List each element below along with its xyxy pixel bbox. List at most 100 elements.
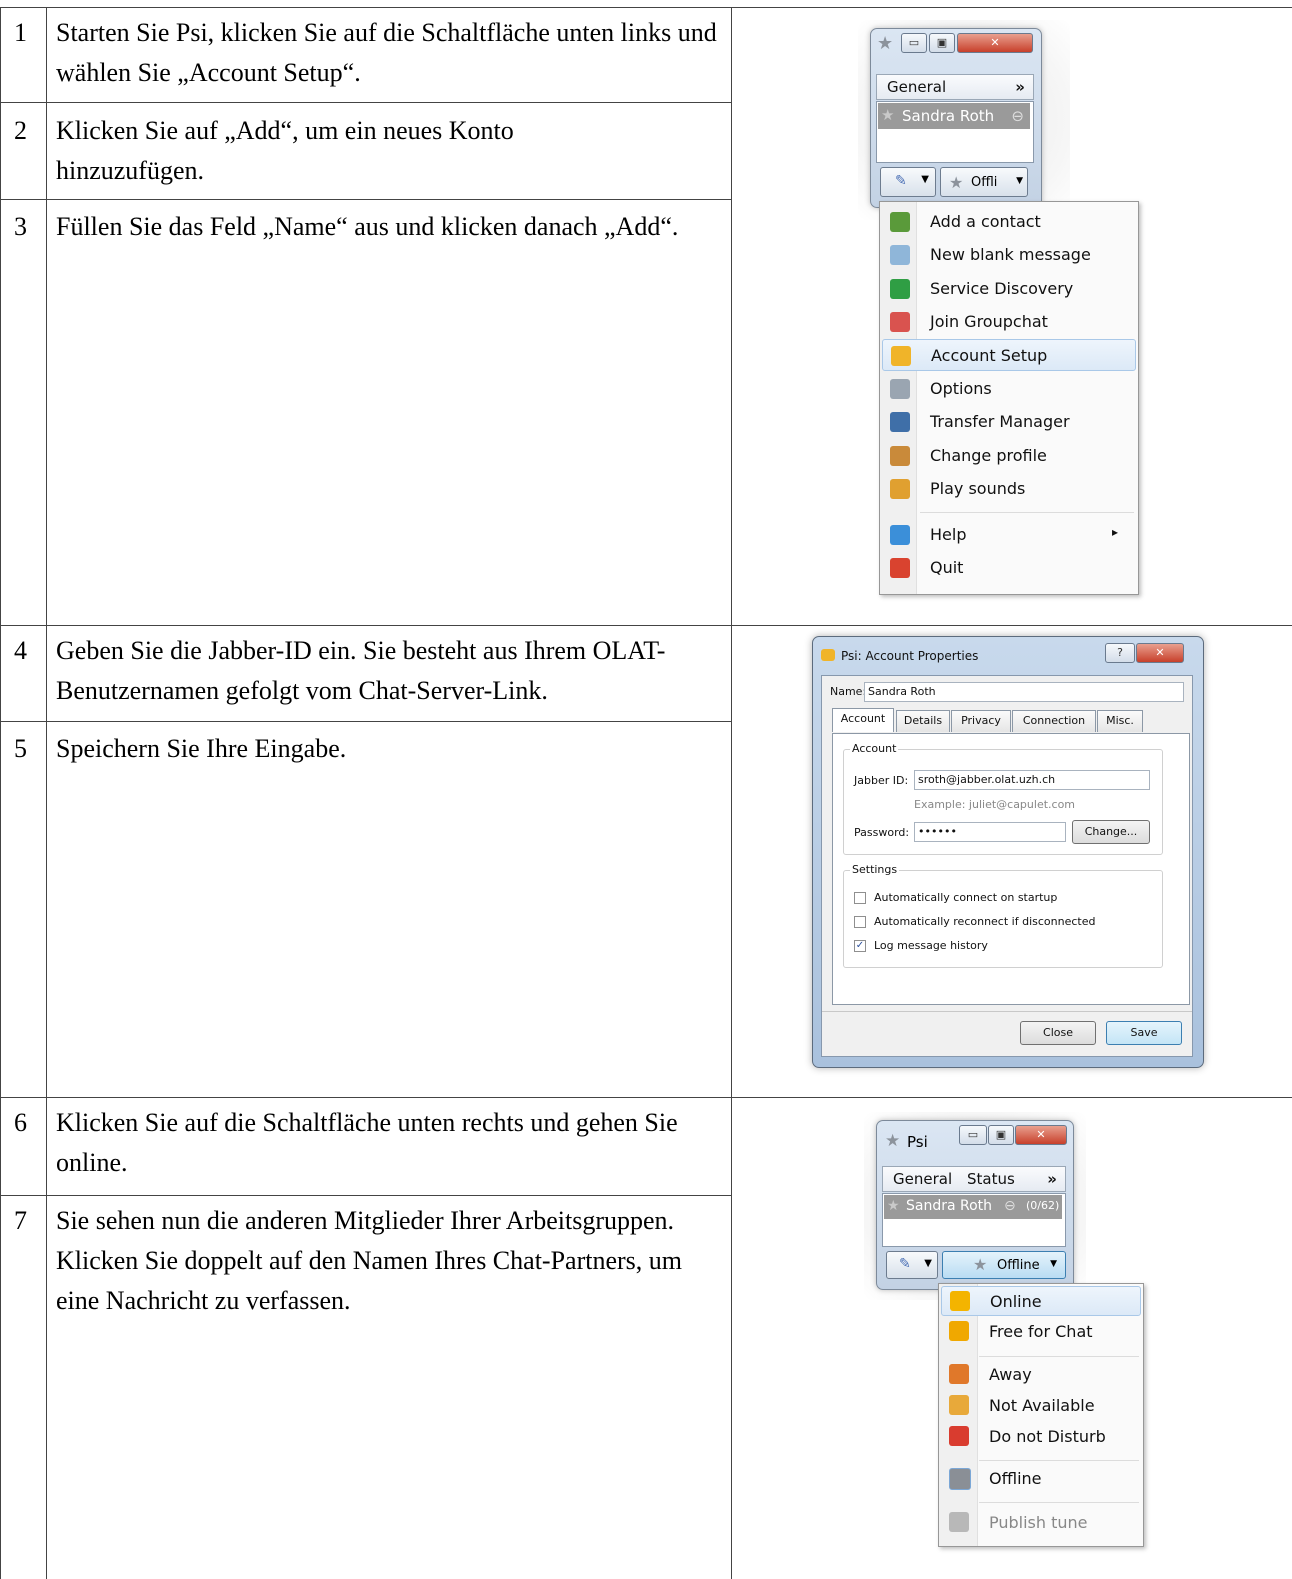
auto-connect-checkbox[interactable]: [854, 892, 866, 904]
table-row-divider: [0, 1195, 731, 1196]
status-label: Offline: [997, 1258, 1040, 1273]
menu-item-label: Join Groupchat: [930, 312, 1048, 331]
password-label: Password:: [854, 826, 910, 839]
menu-item-service-discovery[interactable]: Service Discovery: [882, 273, 1136, 305]
auto-reconnect-checkbox[interactable]: [854, 916, 866, 928]
tab-misc[interactable]: Misc.: [1097, 710, 1143, 732]
psi-roster-window: ★ ▭ ▣ ✕ General » ★ Sandra Roth ⊖ ✎ ▼ ★ …: [870, 28, 1042, 208]
menu-item-add-contact[interactable]: Add a contact: [882, 206, 1136, 238]
menu-item-away[interactable]: Away: [941, 1360, 1141, 1390]
menu-item-free-for-chat[interactable]: Free for Chat: [941, 1317, 1141, 1347]
step-text: Klicken Sie auf „Add“, um ein neues Kont…: [56, 116, 514, 185]
menu-item-help[interactable]: Help ▸: [882, 519, 1136, 551]
tab-general[interactable]: General: [887, 78, 946, 96]
chevron-down-icon: ▼: [1050, 1259, 1057, 1269]
not-available-star-icon: [949, 1395, 969, 1415]
jabber-id-field[interactable]: sroth@jabber.olat.uzh.ch: [914, 770, 1150, 790]
step-text: Sie sehen nun die anderen Mitglieder Ihr…: [56, 1206, 682, 1315]
tab-status[interactable]: Status: [967, 1170, 1015, 1188]
close-window-button[interactable]: ✕: [1136, 643, 1184, 663]
step-number: 6: [14, 1108, 27, 1137]
contact-name: Sandra Roth: [902, 107, 995, 125]
log-history-checkbox[interactable]: ✓: [854, 940, 866, 952]
tab-connection[interactable]: Connection: [1012, 710, 1096, 732]
menu-item-offline[interactable]: Offline: [941, 1464, 1141, 1494]
maximize-button[interactable]: ▣: [988, 1125, 1014, 1145]
status-button[interactable]: ★ Offli ▼: [940, 167, 1028, 197]
table-border-left: [0, 7, 1, 1579]
offline-star-icon: ★: [973, 1255, 988, 1274]
chevron-down-icon: ▼: [921, 174, 929, 185]
status-button[interactable]: ★ Offline ▼: [942, 1251, 1066, 1279]
tab-more-button[interactable]: »: [1015, 78, 1025, 96]
main-menu-button[interactable]: ✎ ▼: [886, 1251, 938, 1279]
menu-item-transfer-manager[interactable]: Transfer Manager: [882, 406, 1136, 438]
menu-item-account-setup[interactable]: Account Setup: [882, 339, 1136, 371]
change-password-button[interactable]: Change...: [1072, 820, 1150, 844]
profile-icon: [890, 446, 910, 466]
menu-item-quit[interactable]: Quit: [882, 552, 1136, 584]
dialog-body: Name: Sandra Roth Account Details Privac…: [821, 675, 1193, 1057]
menu-item-label: Account Setup: [931, 346, 1048, 365]
sound-icon: [890, 479, 910, 499]
offline-star-icon: [949, 1468, 971, 1490]
close-button[interactable]: ✕: [1015, 1125, 1067, 1145]
menu-item-publish-tune: Publish tune: [941, 1508, 1141, 1538]
menu-item-online[interactable]: Online: [941, 1286, 1141, 1316]
tab-more-button[interactable]: »: [1047, 1170, 1057, 1188]
minimize-button[interactable]: ▭: [959, 1125, 987, 1145]
menu-item-label: Add a contact: [930, 212, 1041, 231]
minimize-button[interactable]: ▭: [901, 33, 927, 53]
step-text: Klicken Sie auf die Schaltfläche unten r…: [56, 1108, 678, 1177]
close-button[interactable]: Close: [1020, 1021, 1096, 1045]
menu-item-label: Away: [989, 1365, 1032, 1384]
lock-icon: ⊖: [1011, 107, 1024, 125]
tab-account[interactable]: Account: [832, 708, 894, 732]
jabber-id-label: Jabber ID:: [854, 774, 909, 787]
menu-item-new-message[interactable]: New blank message: [882, 239, 1136, 271]
save-button[interactable]: Save: [1106, 1021, 1182, 1045]
step-number: 5: [14, 734, 27, 763]
menu-item-join-groupchat[interactable]: Join Groupchat: [882, 306, 1136, 338]
tab-general[interactable]: General: [893, 1170, 952, 1188]
table-row-divider: [0, 625, 1292, 626]
envelope-icon: [890, 245, 910, 265]
psi-menu-icon: ✎: [895, 173, 907, 189]
settings-group: Settings Automatically connect on startu…: [843, 863, 1163, 968]
contact-count: (0/62): [1026, 1199, 1060, 1212]
tab-privacy[interactable]: Privacy: [951, 710, 1011, 732]
name-field[interactable]: Sandra Roth: [864, 682, 1184, 702]
account-setup-icon: [891, 346, 911, 366]
help-button[interactable]: ?: [1105, 643, 1135, 663]
step-number: 1: [14, 18, 27, 47]
menu-item-play-sounds[interactable]: Play sounds: [882, 473, 1136, 505]
tab-details[interactable]: Details: [896, 710, 950, 732]
maximize-button[interactable]: ▣: [929, 33, 955, 53]
table-row-divider: [0, 199, 731, 200]
auto-reconnect-label: Automatically reconnect if disconnected: [874, 915, 1096, 928]
jabber-id-example: Example: juliet@capulet.com: [914, 798, 1076, 811]
quit-icon: [890, 558, 910, 578]
status-label: Offli: [971, 175, 998, 190]
menu-item-not-available[interactable]: Not Available: [941, 1391, 1141, 1421]
contact-item[interactable]: ★ Sandra Roth ⊖: [878, 103, 1030, 129]
table-row-divider: [0, 721, 731, 722]
away-star-icon: [949, 1364, 969, 1384]
menu-item-label: Free for Chat: [989, 1322, 1093, 1341]
menu-separator: [979, 1502, 1139, 1503]
groupchat-icon: [890, 312, 910, 332]
main-menu-button[interactable]: ✎ ▼: [880, 167, 936, 197]
step-number: 4: [14, 636, 27, 665]
menu-item-do-not-disturb[interactable]: Do not Disturb: [941, 1422, 1141, 1452]
close-button[interactable]: ✕: [957, 33, 1033, 53]
menu-item-label: Transfer Manager: [930, 412, 1070, 431]
menu-item-options[interactable]: Options: [882, 373, 1136, 405]
menu-item-change-profile[interactable]: Change profile: [882, 440, 1136, 472]
status-menu: Online Free for Chat Away Not Available …: [938, 1283, 1144, 1547]
psi-menu-icon: ✎: [899, 1256, 911, 1272]
menu-item-label: Quit: [930, 558, 964, 577]
online-star-icon: [950, 1291, 970, 1311]
contact-item[interactable]: ★ Sandra Roth ⊖ (0/62): [884, 1195, 1062, 1219]
chevron-down-icon: ▼: [924, 1258, 932, 1269]
password-field[interactable]: ••••••: [914, 822, 1066, 842]
